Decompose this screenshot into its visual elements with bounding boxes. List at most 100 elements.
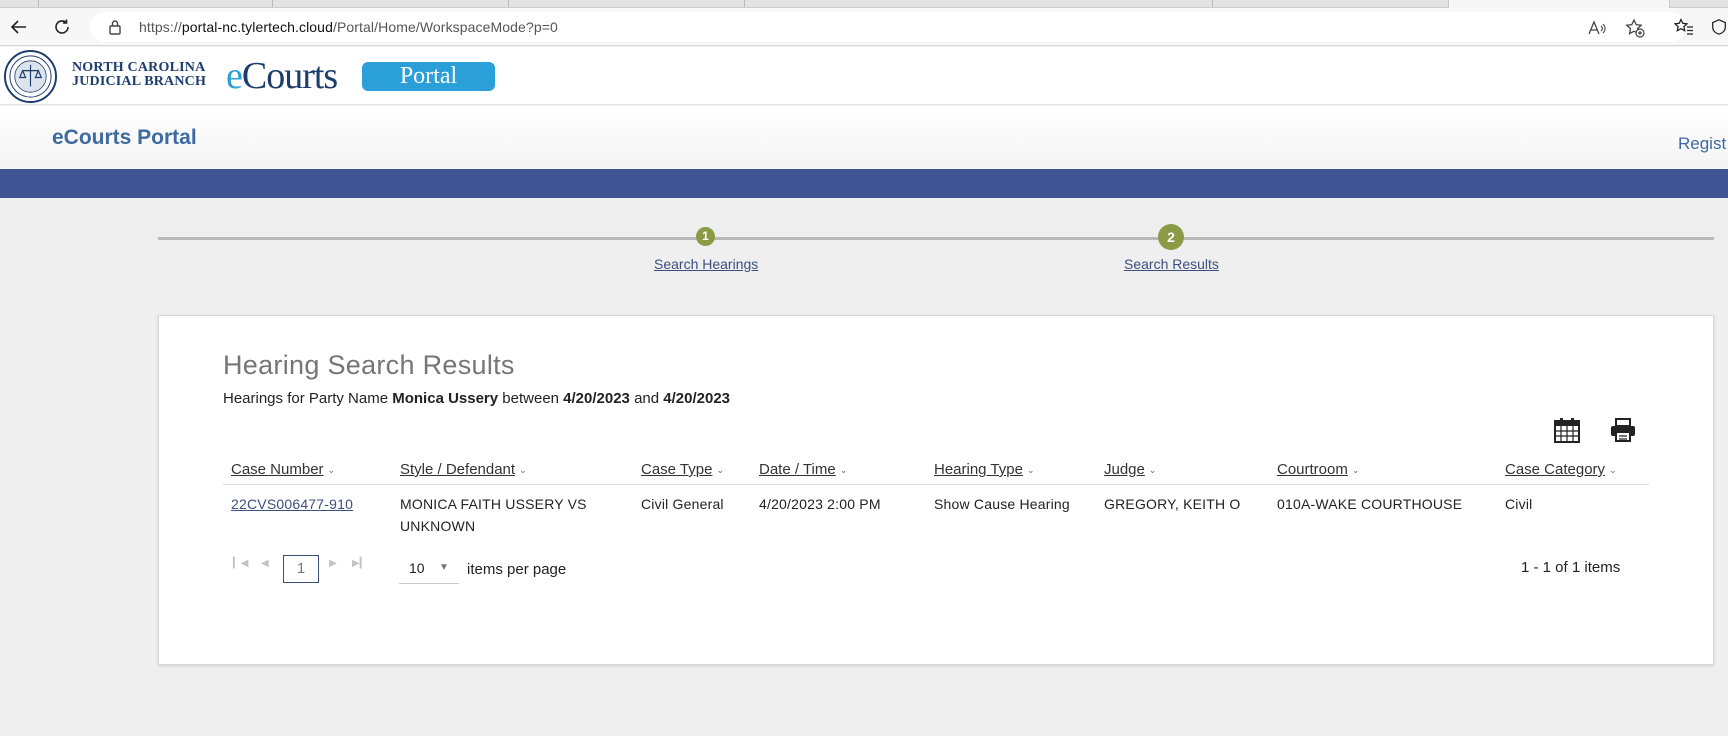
chevron-down-icon: ⌄ [1351,464,1360,475]
add-favorite-button[interactable] [1624,17,1646,39]
print-icon[interactable] [1610,418,1636,442]
hearing-type-cell: Show Cause Hearing [934,496,1070,512]
case-number-link[interactable]: 22CVS006477-910 [231,493,353,515]
back-button[interactable] [7,15,31,39]
page-size-select[interactable]: 10 ▼ [399,557,459,584]
col-case-category[interactable]: Case Category ⌄ [1505,461,1617,478]
col-date-time[interactable]: Date / Time ⌄ [759,461,847,478]
step-search-hearings-link[interactable]: Search Hearings [654,256,758,272]
style-defendant-cell: MONICA FAITH USSERY VS UNKNOWN [400,493,587,537]
last-page-icon[interactable]: ▶▎ [352,558,367,569]
col-courtroom[interactable]: Courtroom ⌄ [1277,461,1359,478]
items-per-page-label: items per page [467,561,567,578]
stepper-line [158,237,1714,240]
tab-separator [744,0,745,7]
refresh-icon [55,19,69,34]
url-host: portal-nc.tylertech.cloud [181,19,333,35]
courtroom-cell: 010A-WAKE COURTHOUSE [1277,496,1463,512]
portal-subheader: eCourts Portal Regist [0,106,1728,169]
address-url: https://portal-nc.tylertech.cloud/Portal… [139,19,558,35]
col-style-defendant[interactable]: Style / Defendant ⌄ [400,461,527,478]
browser-tab-strip [0,0,1728,8]
read-aloud-icon [1588,20,1606,35]
star-add-icon [1625,18,1645,38]
date-to: 4/20/2023 [663,390,731,407]
chevron-down-icon: ⌄ [327,464,336,475]
branch-name: NORTH CAROLINA JUDICIAL BRANCH [72,61,206,89]
nav-bar [0,169,1728,198]
portal-pill: Portal [362,62,495,91]
col-label: Case Number [231,461,324,478]
case-category-cell: Civil [1505,496,1533,512]
favorites-button[interactable] [1672,15,1696,39]
tab-separator [272,0,273,7]
judge-cell: GREGORY, KEITH O [1104,496,1241,512]
date-from: 4/20/2023 [563,390,630,407]
current-page-box[interactable]: 1 [283,555,319,583]
summary-prefix: Hearings for Party Name [223,390,393,407]
tab-separator [508,0,509,7]
page-size-value: 10 [409,560,425,576]
header-divider [223,484,1649,485]
col-case-number[interactable]: Case Number ⌄ [231,461,335,478]
back-arrow-icon [10,20,26,34]
summary-and: and [629,390,664,407]
branch-line-1: NORTH CAROLINA [72,60,206,75]
step-1-badge: 1 [696,227,715,246]
first-page-icon[interactable]: ▎◀ [233,558,248,569]
address-bar[interactable]: https://portal-nc.tylertech.cloud/Portal… [90,12,1686,42]
nc-judicial-seal-icon [4,50,57,103]
style-line-2: UNKNOWN [400,518,476,534]
case-type-cell: Civil General [641,496,724,512]
url-path: /Portal/Home/WorkspaceMode?p=0 [332,19,558,35]
next-page-icon[interactable]: ▶ [329,558,337,569]
col-label: Style / Defendant [400,461,516,478]
logo-courts: Courts [241,55,338,97]
chevron-down-icon: ⌄ [1148,464,1157,475]
step-search-results-link[interactable]: Search Results [1124,256,1219,272]
summary-between: between [498,390,564,407]
results-heading: Hearing Search Results [223,350,515,380]
dropdown-arrow-icon: ▼ [439,562,449,573]
branch-line-2: JUDICIAL BRANCH [72,74,207,89]
read-aloud-button[interactable] [1586,17,1608,39]
col-label: Hearing Type [934,461,1023,478]
col-label: Case Category [1505,461,1606,478]
lock-icon [109,20,121,35]
ecourts-logo[interactable]: eCourts [226,54,338,98]
chevron-down-icon: ⌄ [1609,464,1617,475]
col-label: Date / Time [759,461,836,478]
date-time-cell: 4/20/2023 2:00 PM [759,496,881,512]
col-judge[interactable]: Judge ⌄ [1104,461,1156,478]
chevron-down-icon: ⌄ [1026,464,1035,475]
browser-toolbar: https://portal-nc.tylertech.cloud/Portal… [0,8,1728,46]
site-header: NORTH CAROLINA JUDICIAL BRANCH eCourts P… [0,47,1728,105]
chevron-down-icon: ⌄ [519,464,527,475]
chevron-down-icon: ⌄ [716,464,724,475]
step-2-badge: 2 [1158,224,1184,250]
col-hearing-type[interactable]: Hearing Type ⌄ [934,461,1035,478]
style-line-1: MONICA FAITH USSERY VS [400,496,587,512]
extension-button[interactable] [1710,15,1728,39]
results-card: Hearing Search Results Hearings for Part… [158,315,1714,665]
results-summary: Hearings for Party Name Monica Ussery be… [223,390,730,407]
col-label: Judge [1104,461,1145,478]
col-label: Case Type [641,461,713,478]
tab-separator [1212,0,1213,7]
tab-separator [38,0,39,7]
chevron-down-icon: ⌄ [839,464,848,475]
col-label: Courtroom [1277,461,1348,478]
refresh-button[interactable] [50,15,74,39]
logo-e: e [226,55,243,97]
prev-page-icon[interactable]: ◀ [261,558,269,569]
shield-icon [1712,19,1726,35]
register-link[interactable]: Regist [1678,134,1726,154]
browser-active-tab[interactable] [1448,0,1670,8]
party-name: Monica Ussery [392,390,499,407]
item-count: 1 - 1 of 1 items [1521,559,1621,576]
favorites-icon [1674,18,1693,35]
url-prefix: https:// [139,19,182,35]
calendar-icon[interactable] [1554,417,1580,443]
portal-title-link[interactable]: eCourts Portal [52,126,197,150]
col-case-type[interactable]: Case Type ⌄ [641,461,724,478]
